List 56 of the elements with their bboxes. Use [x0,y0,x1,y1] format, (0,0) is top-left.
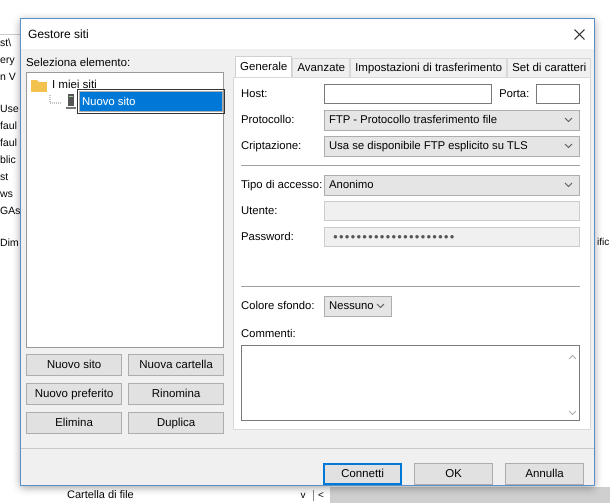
chevron-down-icon [564,117,574,123]
dropdown-toggle[interactable]: v [293,490,313,500]
input-field[interactable] [324,84,492,104]
field-label: Criptazione: [241,140,302,152]
file-name: ws [0,188,13,200]
dropdown[interactable]: Anonimo [324,174,580,196]
window-title: Gestore siti [28,27,89,41]
input-field[interactable] [536,84,580,104]
chevron-down-icon [564,143,574,149]
tab[interactable]: Impostazioni di trasferimento [350,58,508,77]
chevron-down-icon [376,303,385,309]
dropdown[interactable]: Nessuno [324,296,392,316]
tab[interactable]: Generale [235,56,292,77]
file-name: GAs [0,205,20,217]
column-header: Dim [0,237,19,249]
dialog-button[interactable]: OK [414,463,493,485]
dialog-button[interactable]: Annulla [505,463,584,485]
file-name: faul [0,137,17,149]
file-name: ery [0,54,15,66]
field-label: Protocollo: [241,114,296,126]
field-label: Colore sfondo: [241,300,316,312]
field-label: Porta: [499,88,530,100]
scroll-up-icon [568,354,577,360]
field-label: Password: [241,231,295,243]
field-label: Utente: [241,205,278,217]
file-name: st [0,171,8,183]
file-name: n V [0,71,16,83]
tree-item[interactable]: I miei siti [50,78,99,90]
column-header: Cartella di file [67,489,135,501]
file-name: Use [0,103,19,115]
action-button[interactable]: Nuovo sito [26,354,122,376]
file-name: blic [0,154,16,166]
field-label: Tipo di accesso: [241,179,324,191]
action-button[interactable]: Elimina [26,412,122,434]
column-header: ific [597,237,610,248]
chevron-down-icon [564,182,574,188]
field-label: Commenti: [241,328,297,340]
dialog-button[interactable]: Connetti [323,463,402,485]
scroll-down-icon [568,410,577,416]
input-field: ●●●●●●●●●●●●●●●●●●●●● [324,227,580,247]
action-button[interactable]: Nuovo preferito [26,383,122,405]
field-label: Host: [241,88,268,100]
action-button[interactable]: Duplica [128,412,224,434]
tab[interactable]: Set di caratteri [507,58,592,77]
file-name: st\ [0,37,12,49]
server-icon [66,94,76,110]
tree-item[interactable]: Nuovo sito [79,91,223,112]
close-icon [574,28,584,40]
action-button[interactable]: Rinomina [128,383,224,405]
action-button[interactable]: Nuova cartella [128,354,224,376]
text-area[interactable] [241,345,580,421]
field-label: Seleziona elemento: [26,57,132,71]
tab[interactable]: Avanzate [292,58,350,77]
file-name: faul [0,120,17,132]
dropdown[interactable]: Usa se disponibile FTP esplicito su TLS [324,136,580,156]
dropdown[interactable]: FTP - Protocollo trasferimento file [324,110,580,130]
